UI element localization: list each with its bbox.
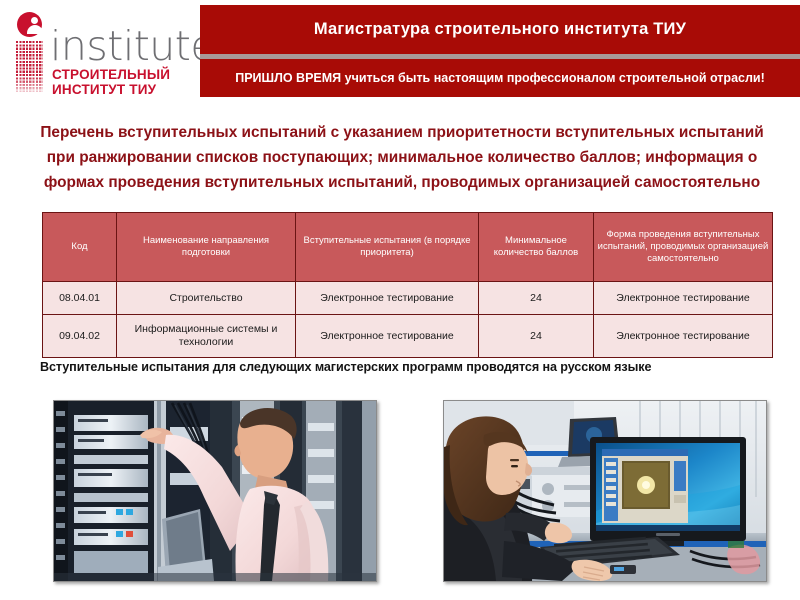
- banner-title: Магистратура строительного института ТИУ: [313, 19, 687, 38]
- cell-program: Строительство: [116, 281, 296, 315]
- server-room-illustration: [54, 401, 376, 581]
- intro-paragraph: Перечень вступительных испытаний с указа…: [40, 124, 764, 191]
- logo-subtitle-line1: СТРОИТЕЛЬНЫЙ: [52, 67, 171, 82]
- server-room-technician-photo: [53, 400, 377, 582]
- table-row: 08.04.01 Строительство Электронное тести…: [42, 281, 773, 315]
- cell-code: 09.04.02: [42, 314, 117, 358]
- logo-subtitle: СТРОИТЕЛЬНЫЙ ИНСТИТУТ ТИУ: [52, 67, 171, 97]
- language-note-caption: Вступительные испытания для следующих ма…: [40, 360, 652, 374]
- person-head-shape: [31, 17, 38, 24]
- column-header-form: Форма проведения вступительных испытаний…: [593, 212, 773, 282]
- table-header-row: Код Наименование направления подготовки …: [42, 212, 773, 282]
- pixel-bar-decoration: [16, 41, 43, 92]
- cell-code: 08.04.01: [42, 281, 117, 315]
- cell-exam: Электронное тестирование: [295, 314, 479, 358]
- institute-logo: institute СТРОИТЕЛЬНЫЙ ИНСТИТУТ ТИУ: [8, 12, 216, 97]
- person-in-circle-icon: [17, 12, 43, 37]
- person-body-shape: [26, 24, 43, 34]
- column-header-program: Наименование направления подготовки: [116, 212, 296, 282]
- lab-workstation-illustration: [444, 401, 766, 581]
- admission-exams-table: Код Наименование направления подготовки …: [42, 212, 773, 358]
- header-banner: Магистратура строительного института ТИУ…: [200, 5, 800, 97]
- laboratory-computer-workstation-photo: [443, 400, 767, 582]
- cell-form: Электронное тестирование: [593, 314, 773, 358]
- column-header-exam: Вступительные испытания (в порядке приор…: [295, 212, 479, 282]
- cell-program: Информационные системы и технологии: [116, 314, 296, 358]
- cell-min-score: 24: [478, 281, 594, 315]
- cell-min-score: 24: [478, 314, 594, 358]
- slide-root: institute СТРОИТЕЛЬНЫЙ ИНСТИТУТ ТИУ Маги…: [0, 0, 800, 600]
- logo-subtitle-line2: ИНСТИТУТ ТИУ: [52, 81, 157, 97]
- table-header: Код Наименование направления подготовки …: [42, 212, 773, 282]
- column-header-min-score: Минимальное количество баллов: [478, 212, 594, 282]
- logo-wordmark: institute: [50, 22, 216, 70]
- cell-exam: Электронное тестирование: [295, 281, 479, 315]
- logo-mark: [12, 12, 46, 92]
- banner-subtitle: ПРИШЛО ВРЕМЯ учиться быть настоящим проф…: [235, 71, 765, 85]
- table-body: 08.04.01 Строительство Электронное тести…: [42, 281, 773, 358]
- column-header-code: Код: [42, 212, 117, 282]
- table-row: 09.04.02 Информационные системы и технол…: [42, 314, 773, 358]
- cell-form: Электронное тестирование: [593, 281, 773, 315]
